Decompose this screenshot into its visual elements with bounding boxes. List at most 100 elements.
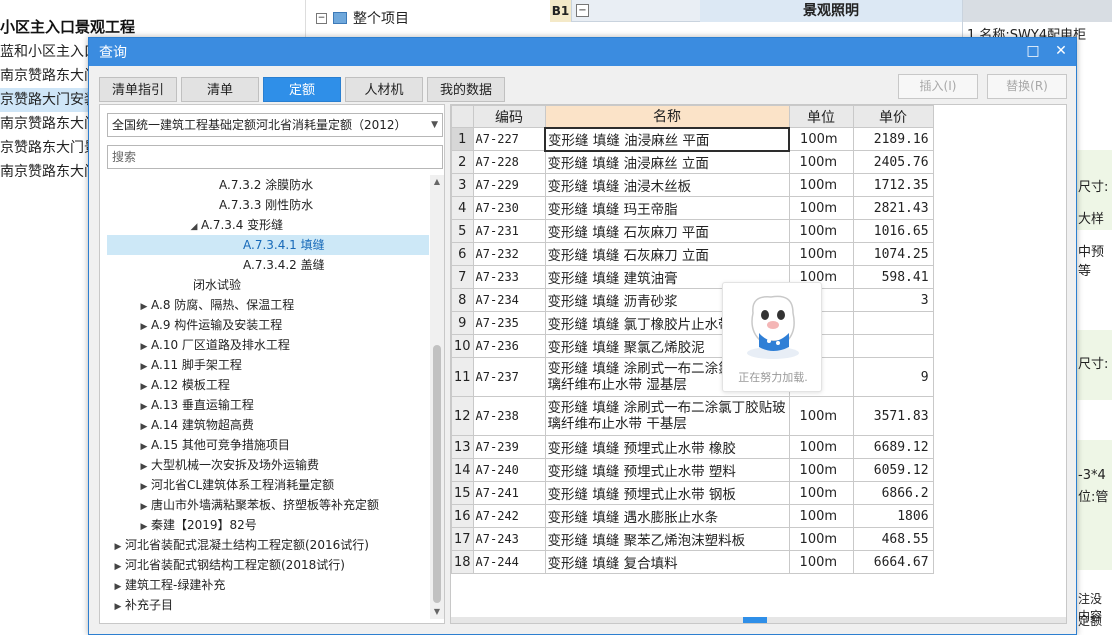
table-row[interactable]: 14 A7-240 变形缝 填缝 预埋式止水带 塑料 100m 6059.12 [451,458,934,482]
cell-code: A7-232 [472,242,546,266]
horizontal-scrollbar[interactable] [451,617,1066,623]
table-row[interactable]: 4 A7-230 变形缝 填缝 玛王帝脂 100m 2821.43 [451,196,934,220]
expand-arrow-icon[interactable]: ▶ [137,477,151,497]
row-number: 3 [451,173,474,197]
column-header-code[interactable]: 编码 [472,105,546,128]
column-header-name[interactable]: 名称 [544,105,790,128]
chevron-down-icon[interactable]: ▼ [431,114,438,136]
table-row[interactable]: 16 A7-242 变形缝 填缝 遇水膨胀止水条 100m 1806 [451,504,934,528]
expand-arrow-icon[interactable]: ▶ [137,357,151,377]
tree-node[interactable]: ▶ A.9 构件运输及安装工程 [107,315,429,335]
expand-arrow-icon[interactable]: ▶ [137,457,151,477]
tree-node[interactable]: ▶ A.10 厂区道路及排水工程 [107,335,429,355]
expand-arrow-icon[interactable]: ▶ [137,397,151,417]
expand-arrow-icon[interactable]: ▶ [137,337,151,357]
row-number: 11 [451,357,474,397]
scrollbar-thumb[interactable] [433,345,441,603]
collapse-icon[interactable]: − [576,4,589,17]
cell-unit: 100m [788,435,854,459]
tree-node[interactable]: ▶ A.8 防腐、隔热、保温工程 [107,295,429,315]
project-label[interactable]: 整个项目 [353,8,409,28]
tree-node-label: A.10 厂区道路及排水工程 [151,338,290,352]
search-input[interactable] [107,145,443,169]
scroll-down-icon[interactable]: ▼ [430,605,444,619]
dialog-title-bar[interactable]: 查询 □ ✕ [89,38,1076,66]
tab-4[interactable]: 我的数据 [427,77,505,102]
scrollbar-thumb[interactable] [743,617,767,623]
row-number: 4 [451,196,474,220]
table-row[interactable]: 9A7-235变形缝 填缝 氯丁橡胶片止水带1 [451,311,934,335]
tab-0[interactable]: 清单指引 [99,77,177,102]
tree-node[interactable]: ▶ 唐山市外墙满粘聚苯板、挤塑板等补充定额 [107,495,429,515]
tab-3[interactable]: 人材机 [345,77,423,102]
cell-price: 1016.65 [852,219,934,243]
maximize-icon[interactable]: □ [1024,42,1042,60]
tree-node[interactable]: A.7.3.2 涂膜防水 [107,175,429,195]
tree-node[interactable]: ▶ A.11 脚手架工程 [107,355,429,375]
table-row[interactable]: 15 A7-241 变形缝 填缝 预埋式止水带 钢板 100m 6866.2 [451,481,934,505]
close-icon[interactable]: ✕ [1052,42,1070,60]
tree-node[interactable]: ▶ 补充子目 [107,595,429,615]
tree-node[interactable]: ▶ 秦建【2019】82号 [107,515,429,535]
expand-arrow-icon[interactable]: ▶ [137,497,151,517]
table-row[interactable]: 5 A7-231 变形缝 填缝 石灰麻刀 平面 100m 1016.65 [451,219,934,243]
table-row[interactable]: 17 A7-243 变形缝 填缝 聚苯乙烯泡沫塑料板 100m 468.55 [451,527,934,551]
expand-arrow-icon[interactable]: ▶ [137,317,151,337]
tree-node[interactable]: ▶ A.13 垂直运输工程 [107,395,429,415]
collapse-icon[interactable]: − [316,12,327,24]
tree-node-label: A.7.3.4 变形缝 [201,218,284,232]
expand-arrow-icon[interactable]: ▶ [137,437,151,457]
expand-arrow-icon[interactable]: ◢ [187,217,201,237]
table-row[interactable]: 7 A7-233 变形缝 填缝 建筑油膏 100m 598.41 [451,265,934,289]
column-header-price[interactable]: 单价 [852,105,934,128]
tree-node[interactable]: ▶ 大型机械一次安拆及场外运输费 [107,455,429,475]
tree-node[interactable]: ▶ 河北省装配式混凝土结构工程定额(2016试行) [107,535,429,555]
cell-code: A7-228 [472,150,546,174]
tree-node[interactable]: ◢ A.7.3.4 变形缝 [107,215,429,235]
table-row[interactable]: 1 A7-227 变形缝 填缝 油浸麻丝 平面 100m 2189.16 [451,126,934,152]
tree-node-label: A.7.3.4.2 盖缝 [243,258,325,272]
insert-button[interactable]: 插入(I) [898,74,978,99]
cell-price: 598.41 [852,265,934,289]
table-row[interactable]: 6 A7-232 变形缝 填缝 石灰麻刀 立面 100m 1074.25 [451,242,934,266]
expand-arrow-icon[interactable]: ▶ [111,537,125,557]
tree-node[interactable]: ▶ 河北省CL建筑体系工程消耗量定额 [107,475,429,495]
tree-node[interactable]: 闭水试验 [107,275,429,295]
expand-arrow-icon[interactable]: ▶ [111,577,125,597]
tree-node[interactable]: ▶ 河北省装配式钢结构工程定额(2018试行) [107,555,429,575]
table-row[interactable]: 2 A7-228 变形缝 填缝 油浸麻丝 立面 100m 2405.76 [451,150,934,174]
table-row[interactable]: 8A7-234变形缝 填缝 沥青砂浆13 [451,288,934,312]
scroll-up-icon[interactable]: ▲ [430,175,444,189]
expand-arrow-icon[interactable]: ▶ [111,557,125,577]
cell-name: 变形缝 填缝 油浸麻丝 立面 [544,150,790,174]
detail-line: 大样 [1078,212,1105,227]
cell-code: A7-240 [472,458,546,482]
tree-scrollbar[interactable]: ▲ ▼ [430,175,444,619]
tree-node[interactable]: ▶ 建筑工程-绿建补充 [107,575,429,595]
tab-1[interactable]: 清单 [181,77,259,102]
table-row[interactable]: 13 A7-239 变形缝 填缝 预埋式止水带 橡胶 100m 6689.12 [451,435,934,459]
tree-node[interactable]: A.7.3.3 刚性防水 [107,195,429,215]
column-header-unit[interactable]: 单位 [788,105,854,128]
expand-arrow-icon[interactable]: ▶ [137,297,151,317]
tree-node[interactable]: A.7.3.4.2 盖缝 [107,255,429,275]
tree-node[interactable]: ▶ A.15 其他可竞争措施项目 [107,435,429,455]
table-row[interactable]: 10A7-236变形缝 填缝 聚氯乙烯胶泥1 [451,334,934,358]
table-row[interactable]: 11A7-237变形缝 填缝 涂刷式一布二涂氯丁胶贴玻璃纤维布止水带 湿基层19 [451,357,934,397]
table-row[interactable]: 18 A7-244 变形缝 填缝 复合填料 100m 6664.67 [451,550,934,574]
expand-arrow-icon[interactable]: ▶ [137,417,151,437]
expand-arrow-icon[interactable]: ▶ [137,517,151,537]
tree-node[interactable]: A.7.3.4.1 填缝 [107,235,429,255]
tree-node[interactable]: ▶ A.12 模板工程 [107,375,429,395]
replace-button[interactable]: 替换(R) [987,74,1067,99]
table-row[interactable]: 12 A7-238 变形缝 填缝 涂刷式一布二涂氯丁胶贴玻璃纤维布止水带 干基层 10… [451,396,934,436]
cell-price: 6866.2 [852,481,934,505]
quota-library-select[interactable]: 全国统一建筑工程基础定额河北省消耗量定额（2012） ▼ [107,113,443,137]
tree-node[interactable]: ▶ A.14 建筑物超高费 [107,415,429,435]
expand-arrow-icon[interactable]: ▶ [137,377,151,397]
table-row[interactable]: 3 A7-229 变形缝 填缝 油浸木丝板 100m 1712.35 [451,173,934,197]
cell-name: 变形缝 填缝 油浸麻丝 平面 [544,126,791,152]
expand-arrow-icon[interactable]: ▶ [111,597,125,617]
tree-node-label: A.9 构件运输及安装工程 [151,318,283,332]
tab-2[interactable]: 定额 [263,77,341,102]
